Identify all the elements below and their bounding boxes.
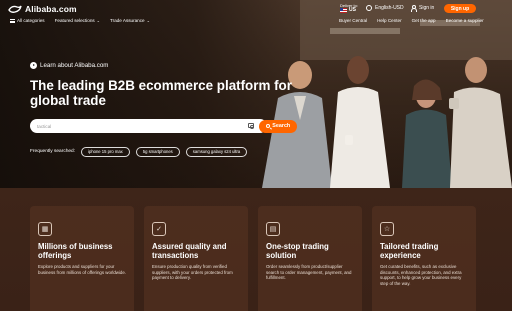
sign-up-button[interactable]: Sign up (444, 4, 476, 13)
nav-trade-assurance-label: Trade Assurance (110, 18, 145, 23)
nav-get-the-app[interactable]: Get the app (412, 18, 436, 23)
language-currency-selector[interactable]: English-USD (366, 5, 404, 11)
features-section: ▦ Millions of business offerings Explore… (0, 188, 512, 311)
nav-featured-selections[interactable]: Featured selections ⌄ (55, 18, 100, 23)
nav-buyer-central[interactable]: Buyer Central (339, 18, 367, 23)
feature-card: ▦ Millions of business offerings Explore… (30, 206, 134, 311)
primary-nav: All categories Featured selections ⌄ Tra… (10, 18, 150, 23)
search-chip[interactable]: iphone 15 pro max (81, 147, 130, 157)
nav-featured-selections-label: Featured selections (54, 18, 95, 23)
search-button-label: Search (272, 123, 291, 129)
shield-check-icon: ✓ (152, 222, 166, 236)
language-currency-label: English-USD (375, 5, 404, 11)
search-input[interactable] (37, 121, 207, 131)
grid-icon: ▦ (38, 222, 52, 236)
hero-headline: The leading B2B ecommerce platform for g… (30, 78, 292, 108)
search-button[interactable]: Search (259, 119, 297, 133)
logo-text: Alibaba.com (25, 4, 77, 14)
feature-card: ☆ Tailored trading experience Get curate… (372, 206, 476, 311)
camera-icon[interactable] (248, 123, 255, 129)
learn-about-link[interactable]: Learn about Alibaba.com (30, 62, 108, 69)
feature-description: Ensure production quality from verified … (152, 264, 233, 281)
search-icon (265, 123, 271, 129)
sign-in-label: Sign in (419, 5, 435, 11)
nav-help-center[interactable]: Help Center (377, 18, 402, 23)
document-icon: ▤ (266, 222, 280, 236)
feature-title: Tailored trading experience (380, 242, 439, 260)
feature-description: Get curated benefits, such as exclusive … (380, 264, 462, 286)
user-icon (410, 5, 418, 12)
feature-description: Order seamlessly from product/supplier s… (266, 264, 352, 281)
nav-trade-assurance[interactable]: Trade Assurance ⌄ (110, 18, 150, 23)
feature-title: Millions of business offerings (38, 242, 113, 260)
alibaba-logo-icon (8, 5, 22, 13)
feature-card: ▤ One-stop trading solution Order seamle… (258, 206, 362, 311)
chevron-down-icon: ⌄ (146, 18, 150, 23)
nav-all-categories[interactable]: All categories (10, 18, 45, 23)
search-bar: Search (30, 119, 297, 133)
feature-description: Explore products and suppliers for your … (38, 264, 127, 275)
nav-become-supplier[interactable]: Become a supplier (446, 18, 484, 23)
us-flag-icon (340, 8, 347, 13)
play-icon (30, 62, 37, 69)
top-navigation: Alibaba.com Deliver to: US English-USD S… (0, 0, 512, 30)
nav-all-categories-label: All categories (17, 18, 45, 23)
search-chip[interactable]: 5g smartphones (135, 147, 180, 157)
deliver-to-selector[interactable]: Deliver to: US (340, 3, 358, 13)
secondary-nav: Buyer Central Help Center Get the app Be… (339, 18, 484, 23)
menu-icon (10, 18, 15, 23)
sign-in-link[interactable]: Sign in (410, 5, 435, 12)
frequently-searched-label: Frequently searched: (30, 149, 76, 155)
alibaba-logo[interactable]: Alibaba.com (8, 4, 77, 14)
deliver-country: US (349, 7, 356, 13)
learn-about-label: Learn about Alibaba.com (40, 62, 109, 69)
feature-title: One-stop trading solution (266, 242, 329, 260)
user-star-icon: ☆ (380, 222, 394, 236)
search-chip[interactable]: samsung galaxy s24 ultra (185, 147, 248, 157)
feature-card: ✓ Assured quality and transactions Ensur… (144, 206, 248, 311)
frequently-searched: Frequently searched: iphone 15 pro max 5… (30, 147, 248, 157)
feature-title: Assured quality and transactions (152, 242, 227, 260)
globe-icon (366, 5, 372, 11)
chevron-down-icon: ⌄ (96, 18, 101, 23)
